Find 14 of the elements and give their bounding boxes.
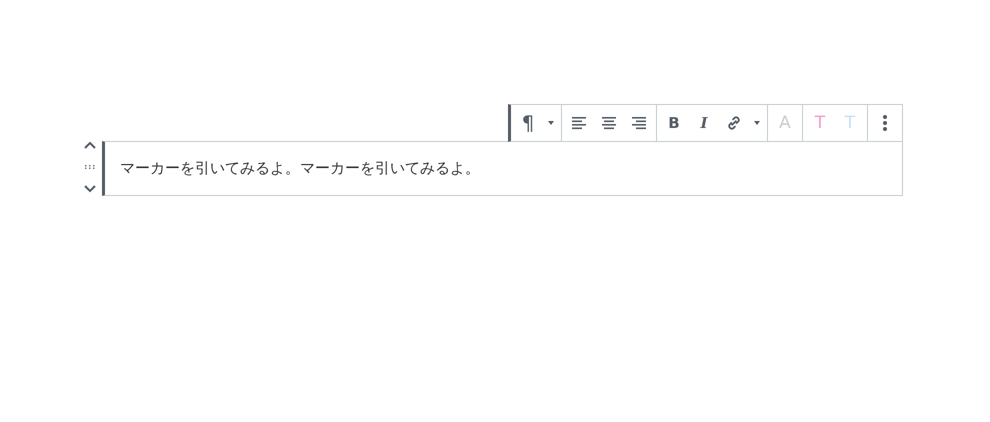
paragraph-text: マーカーを引いてみるよ。マーカーを引いてみるよ。	[120, 159, 480, 178]
move-down-icon[interactable]	[84, 185, 96, 193]
align-right-icon	[632, 116, 646, 130]
align-center-icon	[602, 116, 616, 130]
paragraph-button[interactable]: ¶	[513, 105, 543, 141]
paragraph-block[interactable]: マーカーを引いてみるよ。マーカーを引いてみるよ。	[102, 141, 903, 196]
bold-button[interactable]: B	[659, 105, 689, 141]
caret-icon	[754, 121, 760, 125]
drag-handle-icon[interactable]	[85, 165, 95, 169]
more-icon	[883, 115, 887, 131]
caret-icon	[548, 121, 554, 125]
italic-button[interactable]: I	[689, 105, 719, 141]
move-up-icon[interactable]	[84, 141, 96, 149]
align-left-icon	[572, 116, 586, 130]
